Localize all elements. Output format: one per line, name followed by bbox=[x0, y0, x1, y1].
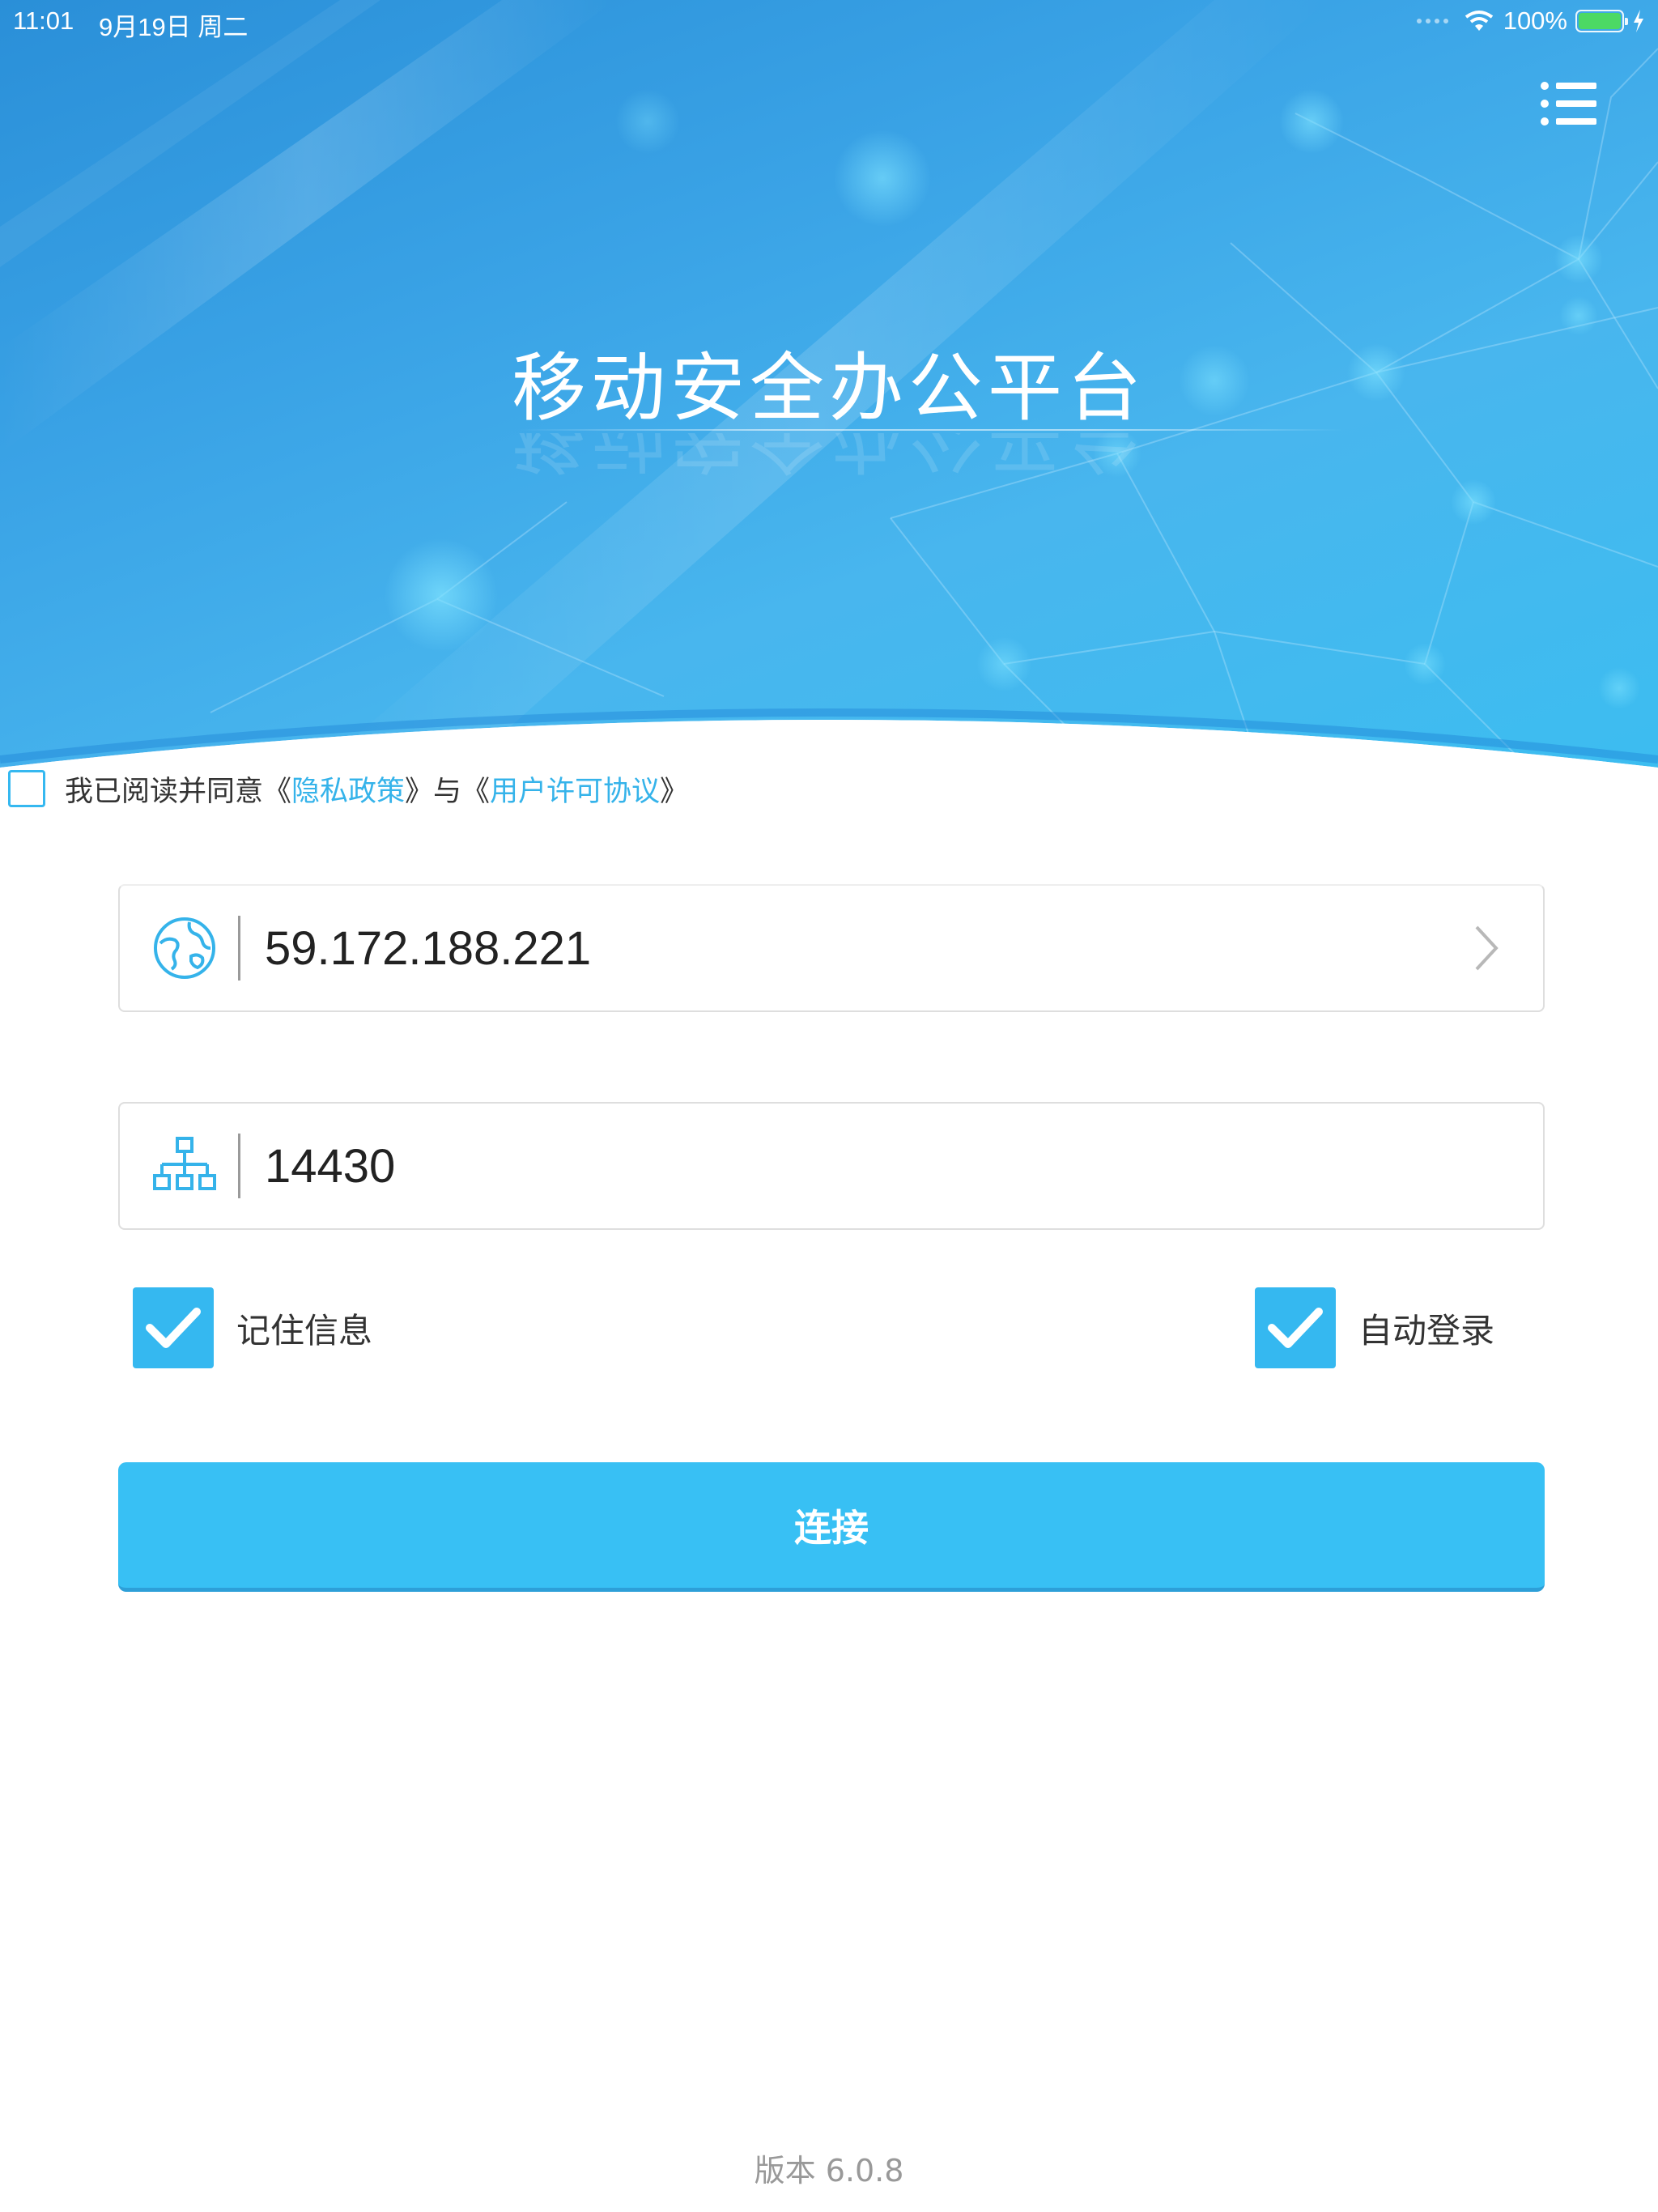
privacy-policy-link[interactable]: 隐私政策 bbox=[291, 768, 405, 810]
app-title: 移动安全办公平台 bbox=[511, 345, 1146, 432]
checkmark-icon bbox=[146, 1308, 201, 1348]
status-time: 11:01 bbox=[13, 6, 74, 35]
agreement-checkbox[interactable] bbox=[8, 770, 45, 807]
agreement-prefix: 我已阅读并同意《 bbox=[65, 775, 292, 808]
version-label: 版本 6.0.8 bbox=[754, 2153, 904, 2189]
remember-info-checkbox[interactable] bbox=[133, 1287, 214, 1368]
connect-button[interactable]: 连接 bbox=[118, 1462, 1545, 1592]
server-address-value[interactable]: 59.172.188.221 bbox=[265, 921, 1462, 976]
server-port-field[interactable]: 14430 bbox=[118, 1102, 1545, 1230]
auto-login-option[interactable]: 自动登录 bbox=[1255, 1287, 1494, 1368]
license-agreement-link[interactable]: 用户许可协议 bbox=[490, 768, 660, 810]
header-banner: 11:01 9月19日 周二 100% 移动安全办公平台 移动安全办公平台 bbox=[0, 0, 1658, 777]
cellular-dots-icon bbox=[1416, 19, 1448, 23]
agreement-middle: 》与《 bbox=[405, 775, 491, 808]
charging-bolt-icon bbox=[1634, 10, 1643, 32]
server-port-value[interactable]: 14430 bbox=[265, 1139, 1543, 1193]
title-underline bbox=[518, 429, 1344, 431]
battery-percentage: 100% bbox=[1503, 6, 1567, 35]
remember-info-label: 记住信息 bbox=[236, 1310, 373, 1351]
menu-button[interactable] bbox=[1538, 78, 1603, 130]
auto-login-label: 自动登录 bbox=[1358, 1310, 1495, 1351]
field-divider bbox=[238, 916, 240, 981]
battery-icon bbox=[1575, 10, 1628, 32]
status-indicators: 100% bbox=[1416, 6, 1645, 36]
server-address-field[interactable]: 59.172.188.221 bbox=[118, 884, 1545, 1012]
agreement-suffix: 》 bbox=[660, 775, 689, 808]
field-divider bbox=[238, 1134, 240, 1198]
list-menu-icon bbox=[1541, 82, 1596, 125]
title-reflection: 移动安全办公平台 bbox=[511, 433, 1146, 481]
network-hierarchy-icon bbox=[151, 1132, 219, 1200]
status-date: 9月19日 周二 bbox=[99, 13, 249, 41]
wifi-icon bbox=[1465, 11, 1493, 31]
auto-login-checkbox[interactable] bbox=[1255, 1287, 1336, 1368]
agreement-row: 我已阅读并同意《 隐私政策 》与《 用户许可协议》 bbox=[8, 764, 688, 813]
remember-info-option[interactable]: 记住信息 bbox=[133, 1287, 372, 1368]
globe-icon bbox=[151, 914, 219, 982]
login-screen: 11:01 9月19日 周二 100% 移动安全办公平台 移动安全办公平台 我已… bbox=[0, 0, 1658, 2212]
chevron-right-icon[interactable] bbox=[1462, 916, 1511, 981]
status-bar: 11:01 9月19日 周二 100% bbox=[0, 0, 1658, 45]
checkmark-icon bbox=[1268, 1308, 1323, 1348]
